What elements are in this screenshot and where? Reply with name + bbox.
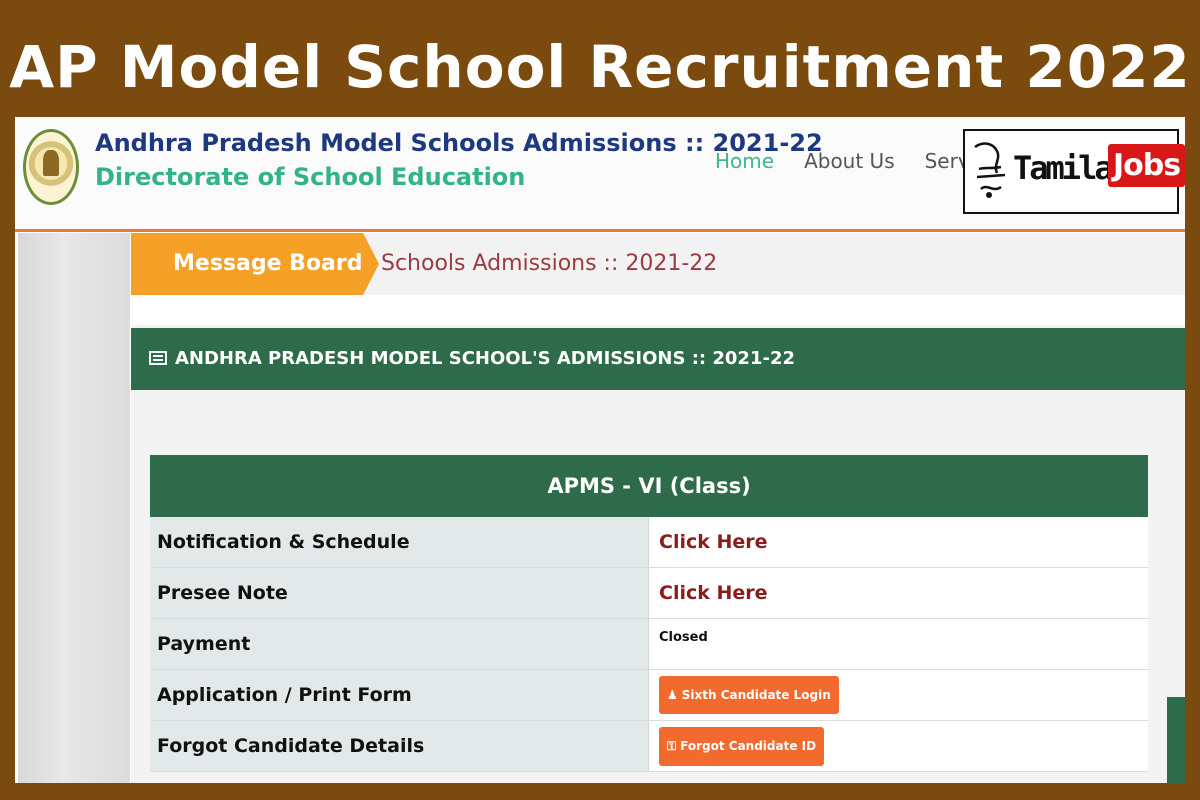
row-label: Notification & Schedule bbox=[150, 517, 649, 567]
table-row: Forgot Candidate Details ⚿ Forgot Candida… bbox=[150, 721, 1148, 772]
payment-status: Closed bbox=[659, 629, 708, 645]
nav-about[interactable]: About Us bbox=[804, 149, 895, 173]
row-value: Click Here bbox=[649, 568, 1148, 618]
nav-home[interactable]: Home bbox=[715, 149, 774, 173]
panel-heading-text: ANDHRA PRADESH MODEL SCHOOL'S ADMISSIONS… bbox=[175, 348, 795, 369]
banner-title: AP Model School Recruitment 2022 bbox=[9, 33, 1191, 101]
tamilan-jobs-logo: Tamilan Jobs bbox=[963, 129, 1185, 214]
row-label: Presee Note bbox=[150, 568, 649, 618]
breadcrumb-current: Schools Admissions :: 2021-22 bbox=[381, 251, 718, 276]
forgot-candidate-id-button[interactable]: ⚿ Forgot Candidate ID bbox=[659, 726, 825, 766]
row-value: ♟ Sixth Candidate Login bbox=[649, 670, 1148, 720]
row-value: Click Here bbox=[649, 517, 1148, 567]
breadcrumb-message-board[interactable]: Message Board bbox=[131, 233, 363, 295]
notification-link[interactable]: Click Here bbox=[659, 531, 768, 553]
row-label: Application / Print Form bbox=[150, 670, 649, 720]
table-row: Payment Closed bbox=[150, 619, 1148, 670]
site-title: Andhra Pradesh Model Schools Admissions … bbox=[95, 129, 823, 157]
table-row: Notification & Schedule Click Here bbox=[150, 517, 1148, 568]
sixth-candidate-login-button[interactable]: ♟ Sixth Candidate Login bbox=[659, 676, 839, 714]
row-value: Closed bbox=[649, 619, 1148, 669]
forgot-button-label: Forgot Candidate ID bbox=[680, 738, 817, 753]
screenshot-frame: Andhra Pradesh Model Schools Admissions … bbox=[15, 117, 1185, 783]
admissions-table: APMS - VI (Class) Notification & Schedul… bbox=[150, 455, 1148, 772]
table-row: Presee Note Click Here bbox=[150, 568, 1148, 619]
portrait-sketch-icon bbox=[974, 142, 1006, 198]
breadcrumb-arrow bbox=[363, 233, 379, 295]
content-spacer bbox=[131, 295, 1185, 325]
main-nav: Home About Us Service bbox=[715, 149, 999, 173]
newspaper-icon bbox=[149, 351, 167, 365]
site-subtitle: Directorate of School Education bbox=[95, 163, 526, 191]
side-strip bbox=[18, 233, 130, 783]
logo-jobs-text: Jobs bbox=[1108, 144, 1185, 187]
row-label: Payment bbox=[150, 619, 649, 669]
panel-heading: ANDHRA PRADESH MODEL SCHOOL'S ADMISSIONS… bbox=[131, 328, 1185, 390]
table-heading: APMS - VI (Class) bbox=[150, 455, 1148, 517]
row-value: ⚿ Forgot Candidate ID bbox=[649, 721, 1148, 771]
panel-edge bbox=[1167, 697, 1185, 783]
table-row: Application / Print Form ♟ Sixth Candidat… bbox=[150, 670, 1148, 721]
login-button-label: Sixth Candidate Login bbox=[681, 688, 831, 702]
press-note-link[interactable]: Click Here bbox=[659, 582, 768, 604]
key-icon: ⚿ bbox=[667, 738, 677, 753]
user-icon: ♟ bbox=[667, 688, 678, 702]
header-divider bbox=[15, 229, 1185, 232]
emblem-icon bbox=[23, 129, 79, 205]
row-label: Forgot Candidate Details bbox=[150, 721, 649, 771]
